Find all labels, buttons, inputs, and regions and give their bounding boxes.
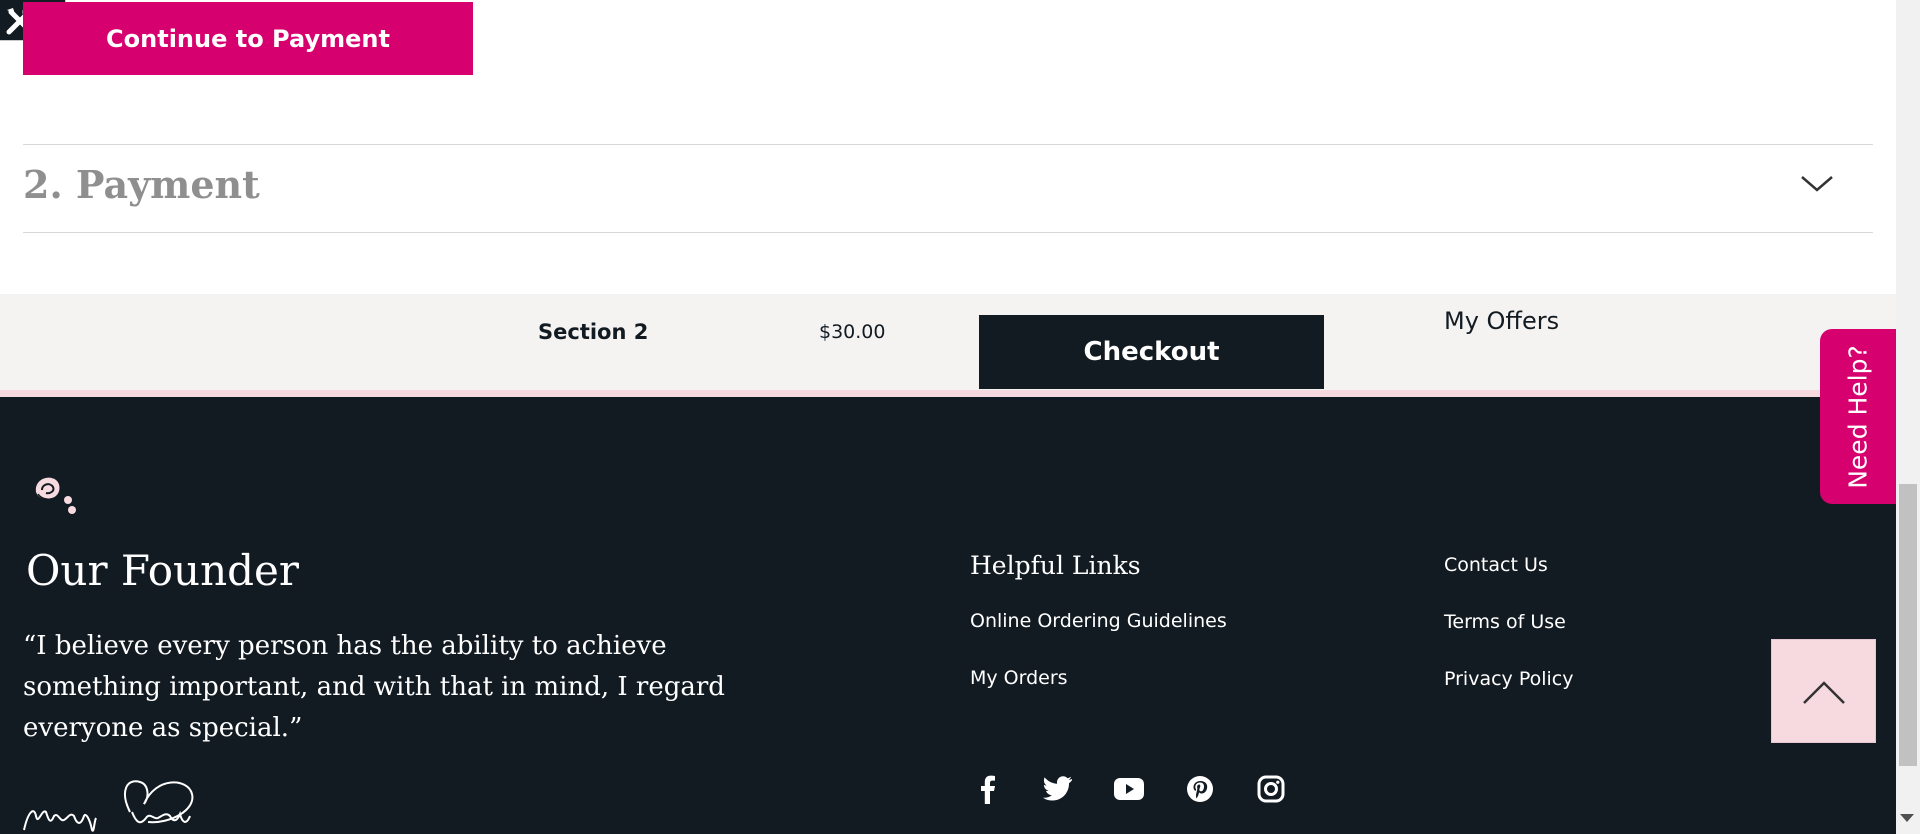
- founder-quote: “I believe every person has the ability …: [23, 631, 725, 743]
- rose-logo-icon: [35, 477, 76, 514]
- scrollbar-thumb[interactable]: [1899, 484, 1917, 766]
- founder-signature-image: [23, 780, 194, 832]
- divider: [23, 144, 1873, 145]
- terms-of-use-link[interactable]: Terms of Use: [1444, 611, 1566, 633]
- footer: [0, 397, 1896, 834]
- online-ordering-guidelines-link[interactable]: Online Ordering Guidelines: [970, 610, 1227, 632]
- order-summary-bar: [0, 294, 1896, 390]
- my-orders-link[interactable]: My Orders: [970, 667, 1068, 689]
- chevron-up-icon: [1803, 681, 1845, 704]
- summary-accent-line: [0, 390, 1896, 397]
- chevron-down-icon[interactable]: [1800, 170, 1834, 198]
- my-offers-link[interactable]: My Offers: [1444, 307, 1559, 335]
- helpful-links-title: Helpful Links: [970, 551, 1141, 580]
- need-help-label: Need Help?: [1843, 344, 1873, 489]
- instagram-icon[interactable]: [1252, 770, 1290, 808]
- section-price: $30.00: [819, 321, 886, 343]
- payment-section-heading[interactable]: 2. Payment: [23, 162, 260, 207]
- pinterest-icon[interactable]: [1181, 770, 1219, 808]
- divider: [23, 232, 1873, 233]
- facebook-icon[interactable]: [968, 770, 1006, 808]
- need-help-tab[interactable]: Need Help?: [1820, 329, 1896, 504]
- back-to-top-button[interactable]: [1771, 639, 1876, 743]
- section-label: Section 2: [538, 320, 649, 344]
- continue-to-payment-button[interactable]: Continue to Payment: [23, 2, 473, 75]
- founder-title: Our Founder: [26, 546, 299, 595]
- youtube-icon[interactable]: [1110, 770, 1148, 808]
- contact-us-link[interactable]: Contact Us: [1444, 554, 1548, 576]
- twitter-icon[interactable]: [1039, 770, 1077, 808]
- scroll-down-arrow-icon[interactable]: [1900, 814, 1914, 822]
- privacy-policy-link[interactable]: Privacy Policy: [1444, 668, 1573, 690]
- checkout-button[interactable]: Checkout: [979, 315, 1324, 389]
